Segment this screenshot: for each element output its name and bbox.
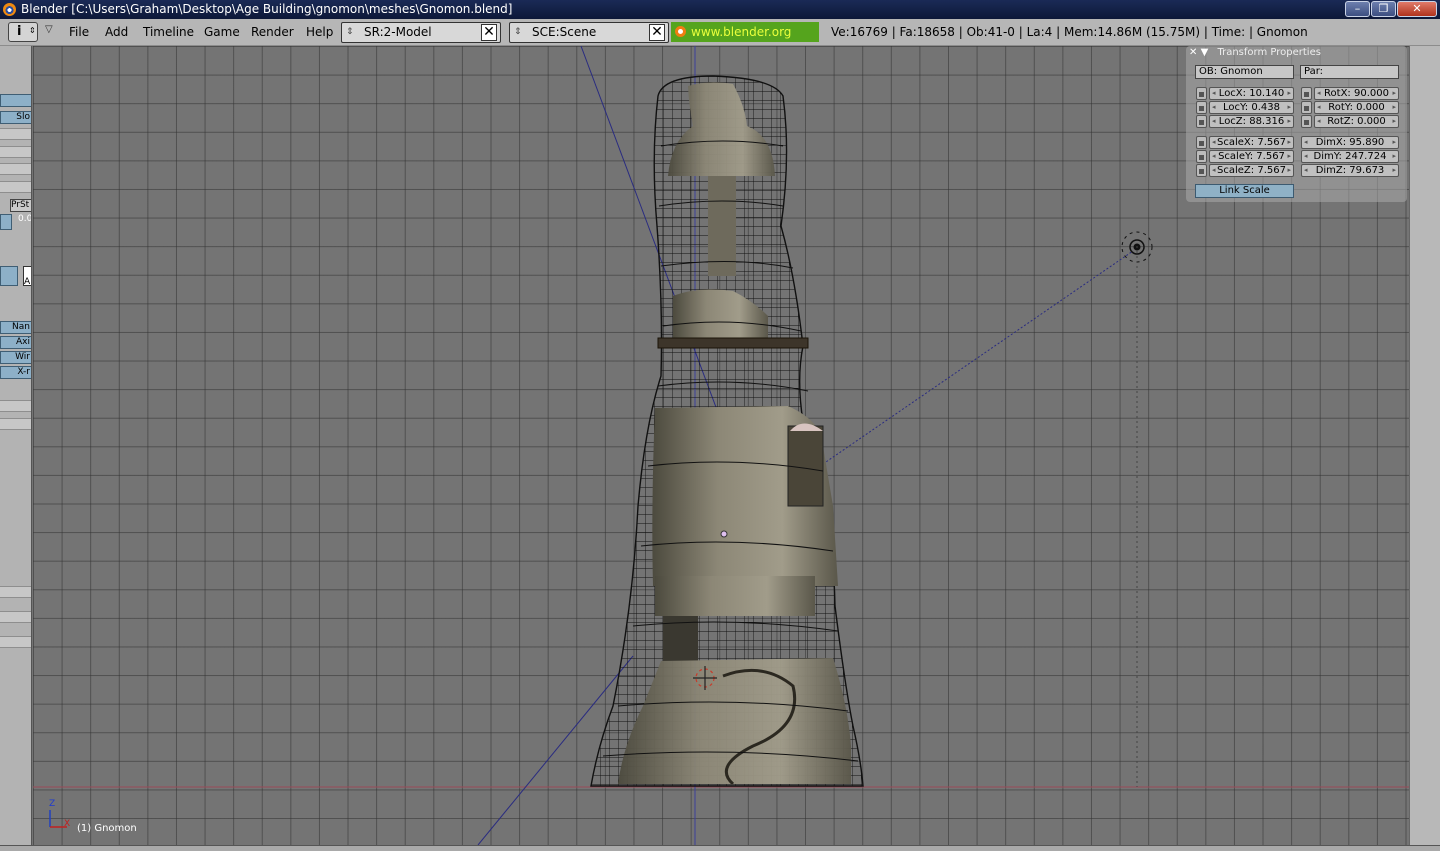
axis-x-label: X [64,819,71,829]
panel-divider [0,128,31,140]
menu-game[interactable]: Game [204,25,240,39]
collapse-panel-icon[interactable]: ▼ [1201,47,1209,58]
lock-scalex-icon[interactable] [1196,136,1207,149]
panel-grid-toggle[interactable] [0,266,18,286]
lock-scalez-icon[interactable] [1196,164,1207,177]
panel-divider [0,418,31,430]
locx-field[interactable]: ◂ LocX: 10.140 ▸ [1209,87,1294,100]
close-panel-icon[interactable]: ✕ [1189,47,1197,58]
delete-screen-icon[interactable]: ✕ [481,24,497,41]
panel-divider [0,181,31,193]
panel-divider [0,611,31,623]
window-type-button[interactable]: i ⇕ [8,22,38,42]
axis-z-label: Z [49,799,56,809]
panel-button-axis[interactable]: Axi [0,336,31,349]
updown-arrows-icon: ⇕ [346,27,354,37]
panel-toggle[interactable] [0,214,12,230]
info-icon: i [17,24,22,39]
active-object-label: (1) Gnomon [77,823,137,834]
menu-timeline[interactable]: Timeline [143,25,194,39]
stairs [657,337,809,349]
locz-field[interactable]: ◂ LocZ: 88.316 ▸ [1209,115,1294,128]
tower-ledge [655,576,815,616]
panel-button[interactable] [0,94,31,107]
viewport-header-bar [0,845,1440,851]
screen-selector[interactable]: ⇕ SR:2-Model ✕ [341,22,501,43]
updown-arrows-icon: ⇕ [514,27,522,37]
rotx-field[interactable]: ◂ RotX: 90.000 ▸ [1314,87,1399,100]
scene-stats: Ve:16769 | Fa:18658 | Ob:41-0 | La:4 | M… [831,25,1308,39]
panel-button-wire[interactable]: Wir [0,351,31,364]
side-structure [787,425,824,507]
object-name-field[interactable]: OB: Gnomon [1195,65,1294,79]
window-title: Blender [C:\Users\Graham\Desktop\Age Bui… [21,2,513,16]
lock-locy-icon[interactable] [1196,101,1207,114]
rotz-field[interactable]: ◂ RotZ: 0.000 ▸ [1314,115,1399,128]
buttons-window-left: Slo PrSt 0.0 A Nan Axi Wir X-r [0,46,32,851]
lock-locx-icon[interactable] [1196,87,1207,100]
close-button[interactable]: ✕ [1397,1,1437,17]
collapse-menu-icon[interactable]: ▽ [45,24,53,35]
updown-arrows-icon: ⇕ [29,26,36,35]
panel-button-prst[interactable]: PrSt [10,199,31,212]
panel-divider [0,146,31,158]
panel-divider [0,400,31,412]
roty-field[interactable]: ◂ RotY: 0.000 ▸ [1314,101,1399,114]
link-scale-button[interactable]: Link Scale [1195,184,1294,198]
panel-value: 0.0 [18,214,32,224]
panel-title-text: Transform Properties [1217,47,1321,58]
panel-divider [0,586,31,598]
blender-logo-icon [675,26,686,37]
scaley-field[interactable]: ◂ ScaleY: 7.567 ▸ [1209,150,1294,163]
delete-scene-icon[interactable]: ✕ [649,24,665,41]
minimize-button[interactable]: – [1345,1,1370,17]
lamp-line [822,250,1134,465]
window-titlebar: Blender [C:\Users\Graham\Desktop\Age Bui… [0,0,1440,19]
lock-scaley-icon[interactable] [1196,150,1207,163]
menu-file[interactable]: File [69,25,89,39]
scene-selector[interactable]: ⇕ SCE:Scene ✕ [509,22,669,43]
dimx-field[interactable]: ◂ DimX: 95.890 ▸ [1301,136,1399,149]
lock-roty-icon[interactable] [1301,101,1312,114]
menu-render[interactable]: Render [251,25,294,39]
panel-button-name[interactable]: Nan [0,321,31,334]
locy-field[interactable]: ◂ LocY: 0.438 ▸ [1209,101,1294,114]
object-origin [720,530,728,538]
panel-title: ✕ ▼ Transform Properties [1189,47,1321,58]
blender-logo-icon [3,3,16,16]
lock-rotz-icon[interactable] [1301,115,1312,128]
scalex-field[interactable]: ◂ ScaleX: 7.567 ▸ [1209,136,1294,149]
right-panel-strip [1409,46,1440,851]
dimz-field[interactable]: ◂ DimZ: 79.673 ▸ [1301,164,1399,177]
scalez-field[interactable]: ◂ ScaleZ: 7.567 ▸ [1209,164,1294,177]
panel-divider [0,636,31,648]
maximize-button[interactable]: ❐ [1371,1,1396,17]
menu-help[interactable]: Help [306,25,333,39]
screen-name[interactable]: SR:2-Model [364,25,432,39]
info-header: i ⇕ ▽ File Add Timeline Game Render Help… [0,19,1440,59]
panel-button-slow[interactable]: Slo [0,111,31,124]
dimy-field[interactable]: ◂ DimY: 247.724 ▸ [1301,150,1399,163]
panel-divider [0,163,31,175]
lock-rotx-icon[interactable] [1301,87,1312,100]
parent-field[interactable]: Par: [1300,65,1399,79]
panel-checkbox[interactable]: A [23,266,31,286]
website-link[interactable]: www.blender.org 249.2 [671,22,819,59]
lamp [1121,231,1153,787]
menu-add[interactable]: Add [105,25,128,39]
scene-name[interactable]: SCE:Scene [532,25,596,39]
panel-button-xray[interactable]: X-r [0,366,31,379]
lock-locz-icon[interactable] [1196,115,1207,128]
